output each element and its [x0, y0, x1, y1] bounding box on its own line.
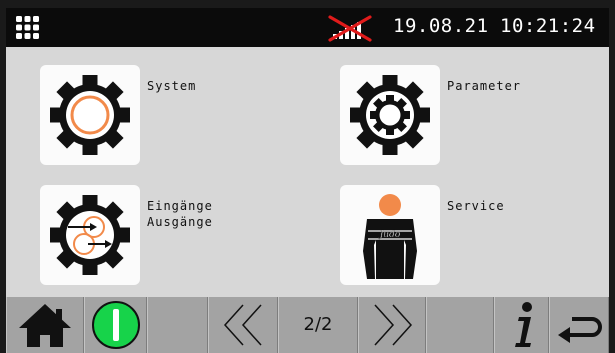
previous-page-icon — [209, 297, 279, 353]
gear-ring-icon — [340, 65, 440, 165]
power-button[interactable] — [84, 297, 147, 353]
grid-menu-icon[interactable] — [14, 14, 41, 41]
no-signal-icon — [324, 14, 376, 42]
system-label: System — [147, 78, 196, 94]
system-tile[interactable] — [40, 65, 140, 165]
spacer-button-1 — [147, 297, 208, 353]
parameter-label: Parameter — [447, 78, 521, 94]
gear-circle-icon — [40, 65, 140, 165]
service-label: Service — [447, 198, 505, 214]
io-label: Eingänge Ausgänge — [147, 198, 213, 230]
hmi-screen: 19.08.21 10:21:24 System — [6, 8, 609, 353]
status-bar: 19.08.21 10:21:24 — [6, 8, 609, 47]
page-indicator: 2/2 — [279, 297, 357, 353]
info-button[interactable] — [494, 297, 549, 353]
status-time: 10:21:24 — [500, 15, 596, 37]
info-icon — [495, 297, 550, 353]
back-button[interactable] — [549, 297, 609, 353]
judo-logo: Judo — [378, 230, 401, 240]
service-tile[interactable]: Judo — [340, 185, 440, 285]
back-icon — [550, 297, 609, 353]
spacer-button-2 — [426, 297, 494, 353]
io-tile[interactable] — [40, 185, 140, 285]
page-indicator-button: 2/2 — [278, 297, 358, 353]
home-button[interactable] — [6, 297, 84, 353]
gear-io-icon — [40, 185, 140, 285]
parameter-tile[interactable] — [340, 65, 440, 165]
service-person-icon: Judo — [340, 185, 440, 285]
next-page-icon — [359, 297, 427, 353]
bottom-toolbar: 2/2 — [6, 297, 609, 353]
next-page-button[interactable] — [358, 297, 426, 353]
status-date: 19.08.21 — [393, 15, 489, 37]
home-icon — [7, 297, 85, 353]
previous-page-button[interactable] — [208, 297, 278, 353]
power-on-icon — [85, 297, 148, 353]
